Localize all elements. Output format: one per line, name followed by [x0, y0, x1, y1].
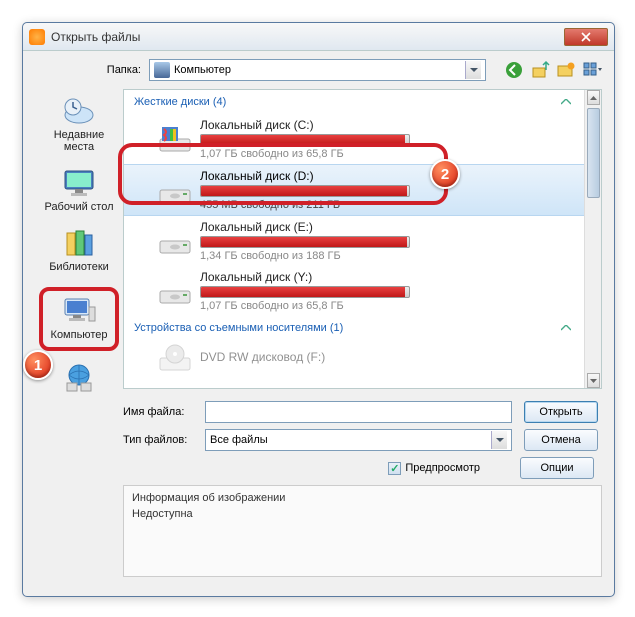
filetype-combobox[interactable]: Все файлы: [205, 429, 512, 451]
drive-icon: [158, 176, 192, 204]
places-sidebar: Недавние места Рабочий стол Библиотеки К…: [35, 89, 123, 395]
filetype-label: Тип файлов:: [123, 434, 205, 446]
drive-usage-bar: [200, 185, 410, 197]
image-info-box: Информация об изображении Недоступна: [123, 485, 602, 577]
scrollbar[interactable]: [584, 90, 601, 388]
drive-icon: [158, 125, 192, 153]
preview-checkbox[interactable]: ✓: [388, 462, 401, 475]
options-button[interactable]: Опции: [520, 457, 594, 479]
view-menu-button[interactable]: [582, 60, 602, 80]
drive-name: Локальный диск (C:): [200, 118, 569, 132]
sidebar-item-label: Недавние места: [39, 129, 119, 153]
drive-item-d[interactable]: Локальный диск (D:) 455 МБ свободно из 2…: [124, 164, 601, 216]
recent-places-icon: [61, 95, 97, 127]
file-dialog-window: Открыть файлы Папка: Компьютер: [22, 22, 615, 597]
network-icon: [61, 361, 97, 393]
folder-row: Папка: Компьютер: [89, 59, 602, 81]
filename-input[interactable]: [205, 401, 512, 423]
sidebar-item-libraries[interactable]: Библиотеки: [39, 227, 119, 273]
drive-usage-bar: [200, 286, 410, 298]
sidebar-item-desktop[interactable]: Рабочий стол: [39, 167, 119, 213]
titlebar[interactable]: Открыть файлы: [23, 23, 614, 51]
section-label: Жесткие диски (4): [134, 96, 226, 108]
cancel-button[interactable]: Отмена: [524, 429, 598, 451]
sidebar-item-recent[interactable]: Недавние места: [39, 95, 119, 153]
computer-icon: [154, 62, 170, 78]
open-button[interactable]: Открыть: [524, 401, 598, 423]
sidebar-item-label: Библиотеки: [49, 261, 109, 273]
up-button[interactable]: [530, 60, 550, 80]
libraries-icon: [61, 227, 97, 259]
drive-name: Локальный диск (D:): [200, 169, 569, 183]
annotation-marker-2: 2: [430, 159, 460, 189]
info-text: Недоступна: [132, 508, 593, 520]
desktop-icon: [61, 167, 97, 199]
folder-label: Папка:: [89, 64, 141, 76]
sidebar-item-label: Рабочий стол: [44, 201, 113, 213]
drive-free-text: 1,34 ГБ свободно из 188 ГБ: [200, 250, 569, 262]
scroll-thumb[interactable]: [587, 108, 600, 198]
scroll-up-button[interactable]: [587, 90, 600, 105]
window-title: Открыть файлы: [51, 30, 564, 44]
close-icon: [581, 32, 591, 42]
drive-item-dvd[interactable]: DVD RW дисковод (F:): [124, 340, 601, 376]
filename-label: Имя файла:: [123, 406, 205, 418]
chevron-up-icon[interactable]: [561, 96, 571, 108]
drive-usage-bar: [200, 134, 410, 146]
chevron-up-icon[interactable]: [561, 322, 571, 334]
scroll-down-button[interactable]: [587, 373, 600, 388]
drive-free-text: 1,07 ГБ свободно из 65,8 ГБ: [200, 300, 569, 312]
chevron-down-icon[interactable]: [465, 61, 481, 79]
drive-name: DVD RW дисковод (F:): [200, 350, 569, 364]
drive-name: Локальный диск (Y:): [200, 270, 569, 284]
drive-item-c[interactable]: Локальный диск (C:) 1,07 ГБ свободно из …: [124, 114, 601, 164]
preview-label: Предпросмотр: [405, 462, 480, 474]
section-removable[interactable]: Устройства со съемными носителями (1): [124, 316, 601, 340]
info-header: Информация об изображении: [132, 492, 593, 504]
folder-combobox[interactable]: Компьютер: [149, 59, 486, 81]
drive-icon: [158, 277, 192, 305]
sidebar-item-computer[interactable]: Компьютер: [39, 287, 119, 351]
dvd-drive-icon: [158, 344, 192, 372]
drive-item-y[interactable]: Локальный диск (Y:) 1,07 ГБ свободно из …: [124, 266, 601, 316]
drive-item-e[interactable]: Локальный диск (E:) 1,34 ГБ свободно из …: [124, 216, 601, 266]
drive-name: Локальный диск (E:): [200, 220, 569, 234]
computer-icon: [61, 295, 97, 327]
drive-usage-bar: [200, 236, 410, 248]
annotation-marker-1: 1: [23, 350, 53, 380]
drive-free-text: 455 МБ свободно из 211 ГБ: [200, 199, 569, 211]
app-icon: [29, 29, 45, 45]
chevron-down-icon[interactable]: [491, 431, 507, 449]
filetype-value: Все файлы: [210, 434, 268, 446]
close-button[interactable]: [564, 28, 608, 46]
file-listing[interactable]: Жесткие диски (4) Локальный диск (C:) 1,…: [123, 89, 602, 389]
drive-icon: [158, 227, 192, 255]
new-folder-button[interactable]: [556, 60, 576, 80]
folder-value: Компьютер: [174, 64, 231, 76]
sidebar-item-label: Компьютер: [51, 329, 108, 341]
section-hard-drives[interactable]: Жесткие диски (4): [124, 90, 601, 114]
drive-free-text: 1,07 ГБ свободно из 65,8 ГБ: [200, 148, 569, 160]
back-button[interactable]: [504, 60, 524, 80]
section-label: Устройства со съемными носителями (1): [134, 322, 343, 334]
